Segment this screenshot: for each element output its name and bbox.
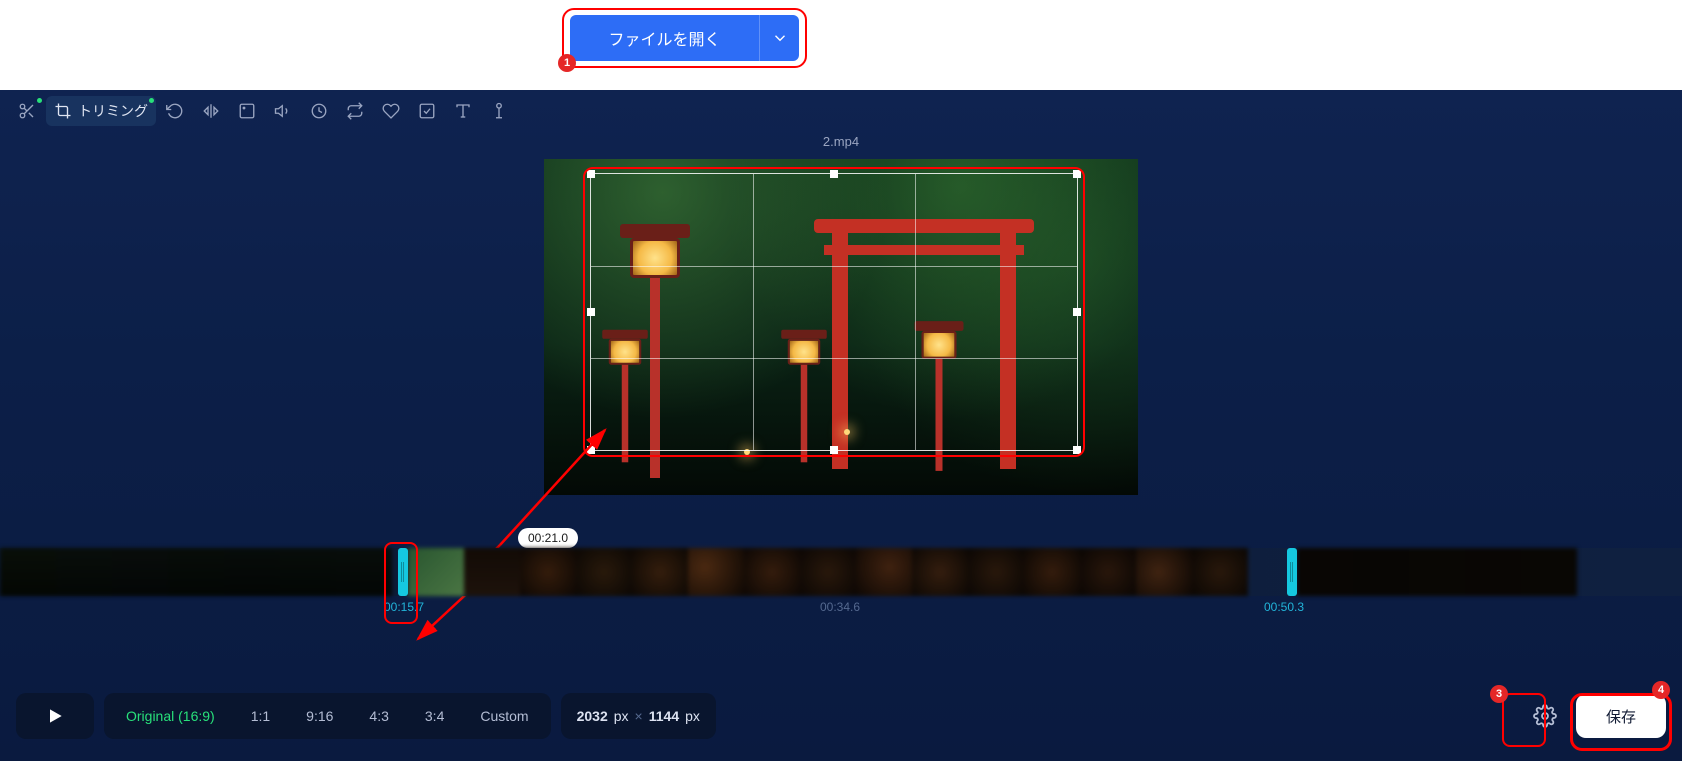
annotation-badge-3: 3 bbox=[1490, 685, 1508, 703]
crop-handle[interactable] bbox=[1073, 308, 1081, 316]
undo-button[interactable] bbox=[158, 96, 192, 126]
overlay-icon bbox=[418, 102, 436, 120]
scissors-icon bbox=[18, 102, 36, 120]
editor-area: トリミング 2.m bbox=[0, 90, 1682, 761]
timeline-track[interactable] bbox=[0, 548, 1682, 596]
toolbar: トリミング bbox=[0, 90, 1682, 132]
text-button[interactable] bbox=[446, 96, 480, 126]
resize-button[interactable] bbox=[230, 96, 264, 126]
file-name-label: 2.mp4 bbox=[0, 134, 1682, 149]
speed-icon bbox=[310, 102, 328, 120]
flip-button[interactable] bbox=[194, 96, 228, 126]
ratio-9-16-button[interactable]: 9:16 bbox=[288, 693, 351, 739]
height-value: 1144 bbox=[649, 708, 679, 724]
stabilize-icon bbox=[382, 102, 400, 120]
crop-tool-label: トリミング bbox=[78, 101, 148, 121]
dimensions-display[interactable]: 2032 px × 1144 px bbox=[561, 693, 716, 739]
ratio-1-1-button[interactable]: 1:1 bbox=[233, 693, 288, 739]
settings-button[interactable] bbox=[1524, 695, 1566, 737]
overlay-button[interactable] bbox=[410, 96, 444, 126]
open-file-button[interactable]: ファイルを開く bbox=[570, 15, 759, 61]
trim-end-time: 00:50.3 bbox=[1264, 600, 1304, 614]
crop-handle[interactable] bbox=[830, 170, 838, 178]
unit-label: px bbox=[685, 708, 700, 724]
resize-icon bbox=[238, 102, 256, 120]
loop-button[interactable] bbox=[338, 96, 372, 126]
playhead-time-label: 00:21.0 bbox=[518, 528, 578, 548]
crop-handle[interactable] bbox=[1073, 446, 1081, 454]
aspect-ratio-group: Original (16:9) 1:1 9:16 4:3 3:4 Custom bbox=[104, 693, 551, 739]
trim-start-handle[interactable] bbox=[398, 548, 408, 596]
top-bar: ファイルを開く 1 bbox=[0, 0, 1682, 90]
chevron-down-icon bbox=[771, 29, 789, 47]
crop-handle[interactable] bbox=[587, 308, 595, 316]
status-dot-icon bbox=[149, 98, 154, 103]
trim-end-handle[interactable] bbox=[1287, 548, 1297, 596]
save-button[interactable]: 保存 bbox=[1576, 694, 1666, 738]
open-file-dropdown[interactable] bbox=[759, 15, 799, 61]
play-button[interactable] bbox=[16, 693, 94, 739]
ratio-custom-button[interactable]: Custom bbox=[462, 693, 546, 739]
crop-tool-button[interactable]: トリミング bbox=[46, 96, 156, 126]
crop-handle[interactable] bbox=[1073, 170, 1081, 178]
preview-container bbox=[0, 159, 1682, 495]
status-dot-icon bbox=[37, 98, 42, 103]
speed-button[interactable] bbox=[302, 96, 336, 126]
volume-icon bbox=[274, 102, 292, 120]
timeline-mid-time: 00:34.6 bbox=[820, 600, 860, 614]
crop-frame[interactable] bbox=[590, 173, 1078, 451]
ratio-original-button[interactable]: Original (16:9) bbox=[108, 693, 233, 739]
stabilize-button[interactable] bbox=[374, 96, 408, 126]
gear-icon bbox=[1533, 704, 1557, 728]
flip-icon bbox=[202, 102, 220, 120]
play-icon bbox=[45, 706, 65, 726]
cut-tool-button[interactable] bbox=[10, 96, 44, 126]
loop-icon bbox=[346, 102, 364, 120]
crop-handle[interactable] bbox=[587, 170, 595, 178]
dimension-separator: × bbox=[635, 708, 643, 724]
text-icon bbox=[454, 102, 472, 120]
volume-button[interactable] bbox=[266, 96, 300, 126]
unit-label: px bbox=[614, 708, 629, 724]
ratio-4-3-button[interactable]: 4:3 bbox=[351, 693, 406, 739]
crop-handle[interactable] bbox=[830, 446, 838, 454]
ratio-3-4-button[interactable]: 3:4 bbox=[407, 693, 462, 739]
effects-icon bbox=[490, 102, 508, 120]
crop-icon bbox=[54, 102, 72, 120]
bottom-bar: Original (16:9) 1:1 9:16 4:3 3:4 Custom … bbox=[0, 691, 1682, 741]
crop-handle[interactable] bbox=[587, 446, 595, 454]
effects-button[interactable] bbox=[482, 96, 516, 126]
annotation-badge-4: 4 bbox=[1652, 681, 1670, 699]
video-preview[interactable] bbox=[544, 159, 1138, 495]
trim-start-time: 00:15.7 bbox=[384, 600, 424, 614]
open-file-outline: ファイルを開く bbox=[562, 8, 807, 68]
undo-icon bbox=[166, 102, 184, 120]
annotation-badge-1: 1 bbox=[558, 54, 576, 72]
width-value: 2032 bbox=[577, 708, 608, 724]
